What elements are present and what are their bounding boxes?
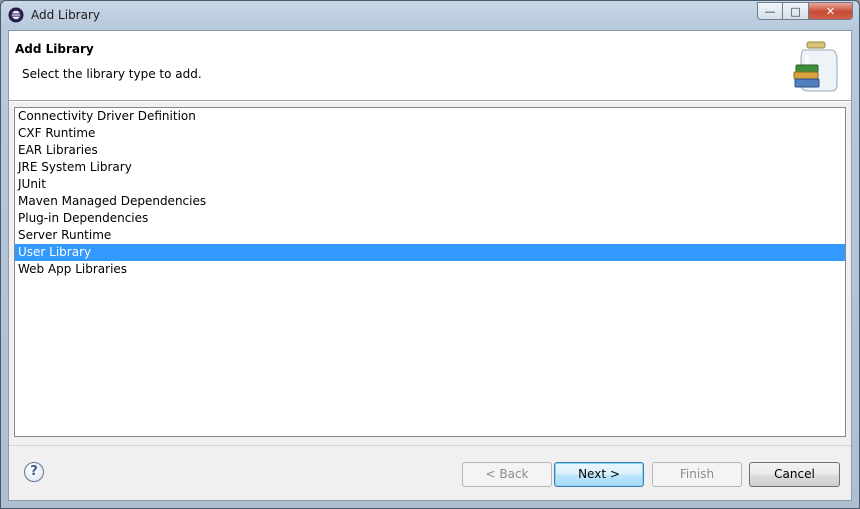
list-item[interactable]: Web App Libraries bbox=[15, 261, 845, 278]
close-icon: ✕ bbox=[825, 4, 836, 18]
list-item[interactable]: User Library bbox=[15, 244, 845, 261]
maximize-button[interactable]: □ bbox=[783, 2, 809, 20]
list-item[interactable]: EAR Libraries bbox=[15, 142, 845, 159]
add-library-dialog: Add Library — □ ✕ Add Library Select the… bbox=[0, 0, 860, 509]
next-button[interactable]: Next > bbox=[554, 462, 644, 487]
list-item[interactable]: Connectivity Driver Definition bbox=[15, 108, 845, 125]
wizard-header: Add Library Select the library type to a… bbox=[9, 31, 851, 101]
minimize-icon: — bbox=[764, 4, 776, 18]
back-button[interactable]: < Back bbox=[462, 462, 552, 487]
list-item[interactable]: CXF Runtime bbox=[15, 125, 845, 142]
library-type-list[interactable]: Connectivity Driver Definition CXF Runtim… bbox=[14, 107, 846, 437]
header-separator bbox=[9, 101, 851, 102]
list-item[interactable]: JUnit bbox=[15, 176, 845, 193]
help-icon[interactable]: ? bbox=[24, 462, 44, 482]
title-bar[interactable]: Add Library — □ ✕ bbox=[1, 1, 859, 30]
cancel-button[interactable]: Cancel bbox=[749, 462, 840, 487]
finish-button[interactable]: Finish bbox=[652, 462, 742, 487]
window-title: Add Library bbox=[31, 8, 101, 22]
dialog-client-area: Add Library Select the library type to a… bbox=[8, 30, 852, 501]
window-controls: — □ ✕ bbox=[757, 2, 853, 21]
library-jar-books-icon bbox=[793, 41, 838, 92]
list-item[interactable]: Server Runtime bbox=[15, 227, 845, 244]
maximize-icon: □ bbox=[790, 4, 801, 18]
close-button[interactable]: ✕ bbox=[809, 2, 853, 20]
eclipse-app-icon bbox=[8, 7, 24, 23]
button-bar: ? < Back Next > Finish Cancel bbox=[9, 445, 851, 504]
minimize-button[interactable]: — bbox=[757, 2, 783, 20]
page-description: Select the library type to add. bbox=[22, 67, 202, 81]
list-item[interactable]: JRE System Library bbox=[15, 159, 845, 176]
list-item[interactable]: Plug-in Dependencies bbox=[15, 210, 845, 227]
list-item[interactable]: Maven Managed Dependencies bbox=[15, 193, 845, 210]
page-title: Add Library bbox=[15, 42, 94, 56]
